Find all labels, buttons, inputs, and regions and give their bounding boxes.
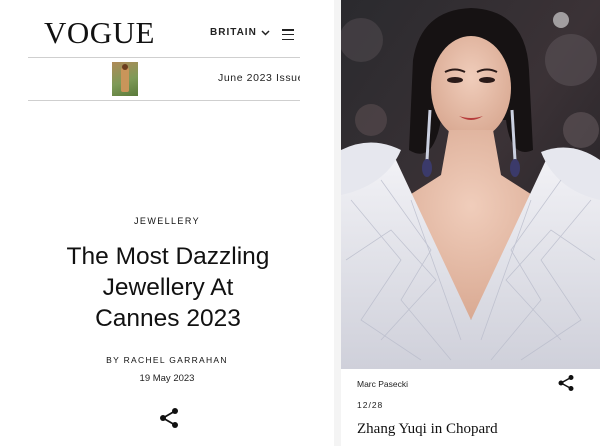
article-byline[interactable]: BY RACHEL GARRAHAN (0, 355, 334, 365)
hamburger-menu-icon[interactable] (282, 29, 294, 41)
article-title-line: Jewellery At (102, 274, 234, 301)
issue-bar[interactable]: June 2023 Issue (28, 57, 300, 101)
article-title: The Most Dazzling Jewellery At Cannes 20… (24, 241, 312, 334)
article-title-line: The Most Dazzling (66, 243, 270, 270)
article-panel: VOGUE BRITAIN June 2023 Issue JEWELLERY … (0, 0, 334, 446)
red-carpet-photo[interactable] (341, 0, 600, 369)
photo-caption: Zhang Yuqi in Chopard (357, 421, 498, 437)
chevron-down-icon (261, 29, 270, 36)
gallery-counter: 12/28 (357, 400, 384, 410)
article-category[interactable]: JEWELLERY (0, 216, 334, 226)
gallery-panel: Marc Pasecki 12/28 Zhang Yuqi in Chopard (341, 0, 600, 446)
photo-credit: Marc Pasecki (357, 379, 409, 389)
share-icon[interactable] (158, 407, 180, 429)
article-date: 19 May 2023 (139, 373, 195, 384)
edition-label: BRITAIN (210, 27, 257, 38)
edition-selector[interactable]: BRITAIN (210, 27, 270, 38)
share-icon[interactable] (557, 374, 575, 392)
vogue-logo[interactable]: VOGUE (44, 16, 155, 50)
magazine-cover-thumbnail[interactable] (112, 62, 138, 96)
panel-divider (334, 0, 341, 446)
article-title-line: Cannes 2023 (95, 305, 241, 332)
issue-label[interactable]: June 2023 Issue (218, 72, 300, 84)
